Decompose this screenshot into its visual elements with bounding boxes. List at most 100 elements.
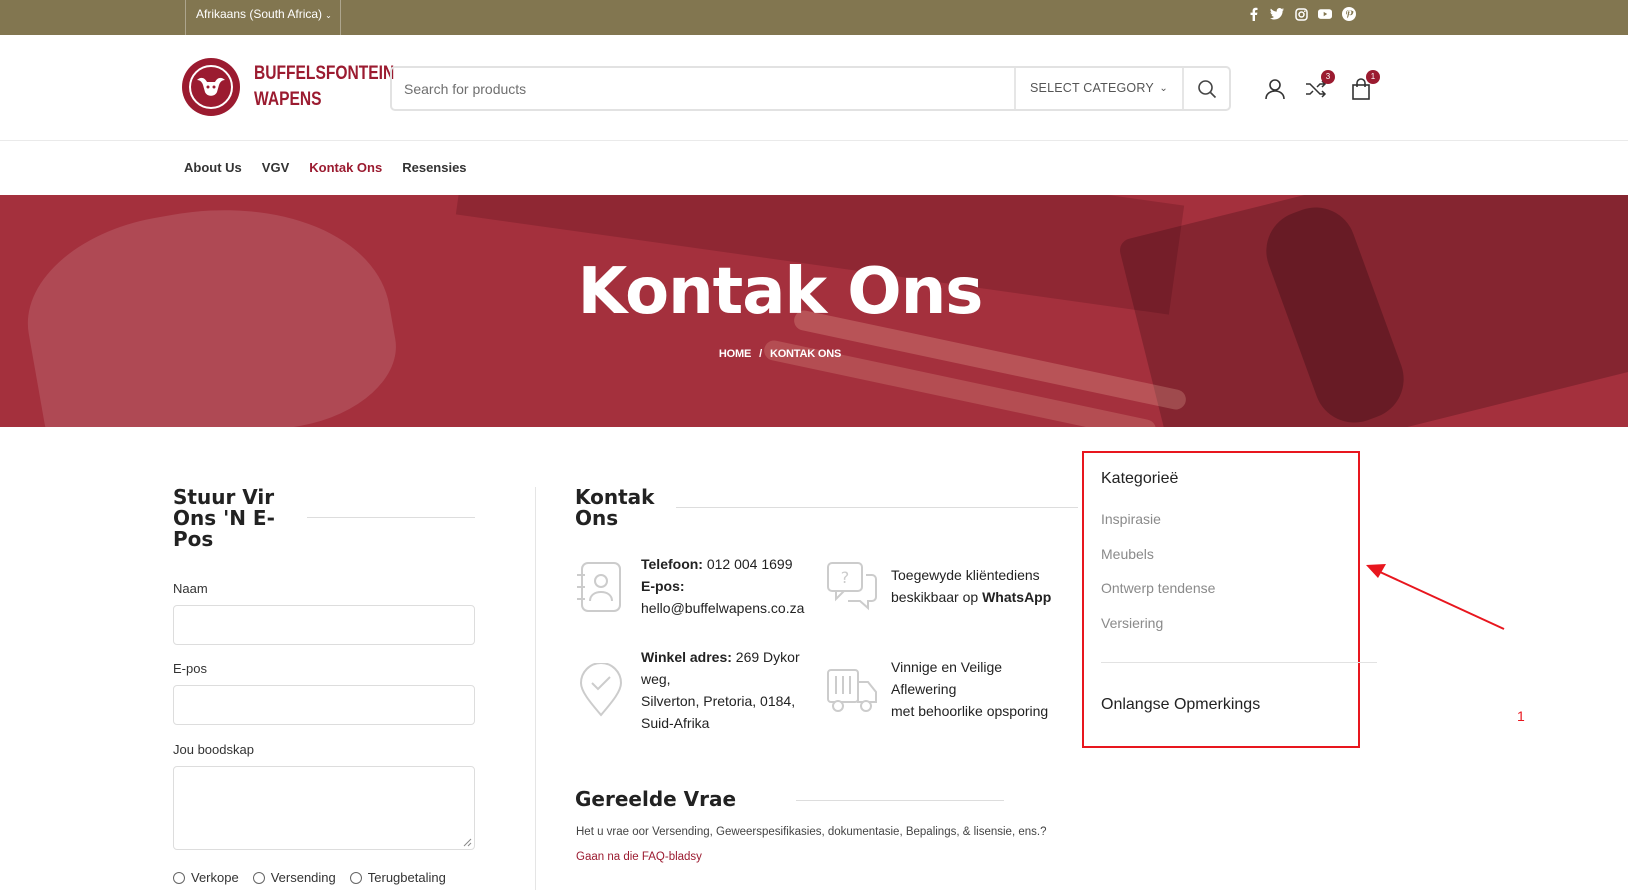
support-info: Toegewyde kliëntediens beskikbaar op Wha… xyxy=(891,564,1051,608)
pinterest-icon[interactable] xyxy=(1342,7,1356,21)
facebook-icon[interactable] xyxy=(1246,7,1260,21)
category-link-meubels[interactable]: Meubels xyxy=(1101,546,1154,562)
compare-count-badge: 3 xyxy=(1321,70,1335,84)
radio-label: Verkope xyxy=(191,870,239,885)
breadcrumb: HOME / KONTAK ONS xyxy=(0,348,1560,360)
category-link-inspirasie[interactable]: Inspirasie xyxy=(1101,511,1161,527)
language-selector[interactable]: Afrikaans (South Africa) ⌄ xyxy=(185,0,341,35)
phone-value[interactable]: 012 004 1699 xyxy=(707,556,793,572)
category-link-versiering[interactable]: Versiering xyxy=(1101,615,1163,631)
youtube-icon[interactable] xyxy=(1318,7,1332,21)
email-value[interactable]: hello@buffelwapens.co.za xyxy=(641,597,804,619)
address-line-2: weg, xyxy=(641,671,671,687)
cart-count-badge: 1 xyxy=(1366,70,1380,84)
search-bar: SELECT CATEGORY ⌄ xyxy=(390,66,1231,111)
address-info: Winkel adres: 269 Dykor weg, Silverton, … xyxy=(641,646,800,734)
radio-circle-icon xyxy=(173,871,185,884)
title-divider xyxy=(796,800,1004,801)
radio-label: Versending xyxy=(270,870,336,885)
column-divider xyxy=(535,487,536,890)
radio-circle-icon xyxy=(349,871,362,884)
site-logo[interactable]: BUFFELSFONTEIN WAPENS xyxy=(182,58,425,116)
chevron-down-icon: ⌄ xyxy=(1159,83,1168,94)
delivery-line-2: Aflewering xyxy=(891,681,957,697)
logo-line-2: WAPENS xyxy=(254,89,322,110)
twitter-icon[interactable] xyxy=(1270,7,1284,21)
logo-line-1: BUFFELSFONTEIN xyxy=(254,63,395,84)
svg-text:?: ? xyxy=(841,568,850,587)
delivery-info: Vinnige en Veilige Aflewering met behoor… xyxy=(891,656,1048,722)
chevron-down-icon: ⌄ xyxy=(325,11,332,20)
delivery-truck-icon xyxy=(827,669,877,712)
email-info-label: E-pos: xyxy=(641,578,685,594)
language-label: Afrikaans (South Africa) xyxy=(196,7,323,21)
nav-item-resensies[interactable]: Resensies xyxy=(402,160,466,175)
page-title: Kontak Ons xyxy=(577,255,984,329)
top-bar: Afrikaans (South Africa) ⌄ xyxy=(0,0,1628,35)
nav-item-vgv[interactable]: VGV xyxy=(262,160,289,175)
contact-card-icon xyxy=(577,562,621,612)
sidebar-widget-box: Kategorieë Inspirasie Meubels Ontwerp te… xyxy=(1082,451,1377,748)
radio-verkope[interactable]: Verkope xyxy=(173,870,239,885)
social-links xyxy=(1246,7,1356,21)
user-icon xyxy=(1265,79,1285,100)
support-line-2: beskikbaar op xyxy=(891,589,979,605)
cart-button[interactable]: 1 xyxy=(1348,70,1380,102)
search-input[interactable] xyxy=(404,76,994,102)
email-field[interactable] xyxy=(173,685,475,725)
radio-terugbetaling[interactable]: Terugbetaling xyxy=(349,870,446,885)
radio-circle-icon xyxy=(252,871,265,884)
category-link-ontwerp-tendense[interactable]: Ontwerp tendense xyxy=(1101,580,1215,596)
instagram-icon[interactable] xyxy=(1294,7,1308,21)
address-line-4: Suid-Afrika xyxy=(641,715,710,731)
logo-text: BUFFELSFONTEIN WAPENS xyxy=(254,61,394,113)
search-button[interactable] xyxy=(1184,68,1229,109)
contact-title: Kontak Ons xyxy=(575,487,654,529)
account-button[interactable] xyxy=(1262,76,1288,102)
radio-versending[interactable]: Versending xyxy=(252,870,336,885)
buffalo-logo-icon xyxy=(182,58,240,116)
address-line-1: 269 Dykor xyxy=(735,649,800,665)
faq-title: Gereelde Vrae xyxy=(575,787,737,811)
compare-button[interactable]: 3 xyxy=(1303,70,1335,102)
address-line-3: Silverton, Pretoria, 0184, xyxy=(641,693,796,709)
email-form-title-line-3: Pos xyxy=(173,527,214,551)
search-icon xyxy=(1197,79,1216,98)
chat-help-icon: ? xyxy=(827,562,877,611)
message-label: Jou boodskap xyxy=(173,742,254,757)
whatsapp-link[interactable]: WhatsApp xyxy=(982,589,1051,605)
message-field[interactable] xyxy=(173,766,475,850)
resize-handle-icon xyxy=(463,838,472,847)
contact-title-line-2: Ons xyxy=(575,506,619,530)
faq-description: Het u vrae oor Versending, Geweerspesifi… xyxy=(576,826,1047,838)
email-label: E-pos xyxy=(173,661,207,676)
category-select-label: SELECT CATEGORY xyxy=(1030,81,1154,95)
email-form-title-line-1: Stuur Vir xyxy=(173,485,275,509)
recent-comments-title: Onlangse Opmerkings xyxy=(1101,696,1261,713)
breadcrumb-current: KONTAK ONS xyxy=(769,348,842,360)
subject-radio-group: Verkope Versending Terugbetaling xyxy=(173,870,446,885)
page-hero: Kontak Ons HOME / KONTAK ONS xyxy=(0,195,1628,427)
category-select[interactable]: SELECT CATEGORY ⌄ xyxy=(1014,68,1184,109)
contact-title-line-1: Kontak xyxy=(575,485,655,509)
location-pin-icon xyxy=(579,663,623,717)
categories-title: Kategorieë xyxy=(1101,470,1179,487)
title-divider xyxy=(307,517,475,518)
site-header: BUFFELSFONTEIN WAPENS SELECT CATEGORY ⌄ … xyxy=(0,35,1628,141)
email-form-title: Stuur Vir Ons 'N E- Pos xyxy=(173,487,275,550)
title-divider xyxy=(676,507,1078,508)
faq-link[interactable]: Gaan na die FAQ-bladsy xyxy=(576,851,702,863)
name-field[interactable] xyxy=(173,605,475,645)
delivery-line-3: met behoorlike opsporing xyxy=(891,703,1049,719)
email-form-title-line-2: Ons 'N E- xyxy=(173,506,275,530)
support-line-1: Toegewyde kliëntediens xyxy=(891,567,1040,583)
breadcrumb-home[interactable]: HOME xyxy=(719,348,751,360)
main-nav: About Us VGV Kontak Ons Resensies xyxy=(184,160,467,175)
nav-item-kontak-ons[interactable]: Kontak Ons xyxy=(309,160,382,175)
radio-label: Terugbetaling xyxy=(367,870,446,885)
sidebar-divider xyxy=(1101,662,1377,663)
annotation-number: 1 xyxy=(1517,708,1525,724)
address-label: Winkel adres: xyxy=(641,649,732,665)
nav-item-about-us[interactable]: About Us xyxy=(184,160,242,175)
breadcrumb-separator: / xyxy=(759,348,762,360)
